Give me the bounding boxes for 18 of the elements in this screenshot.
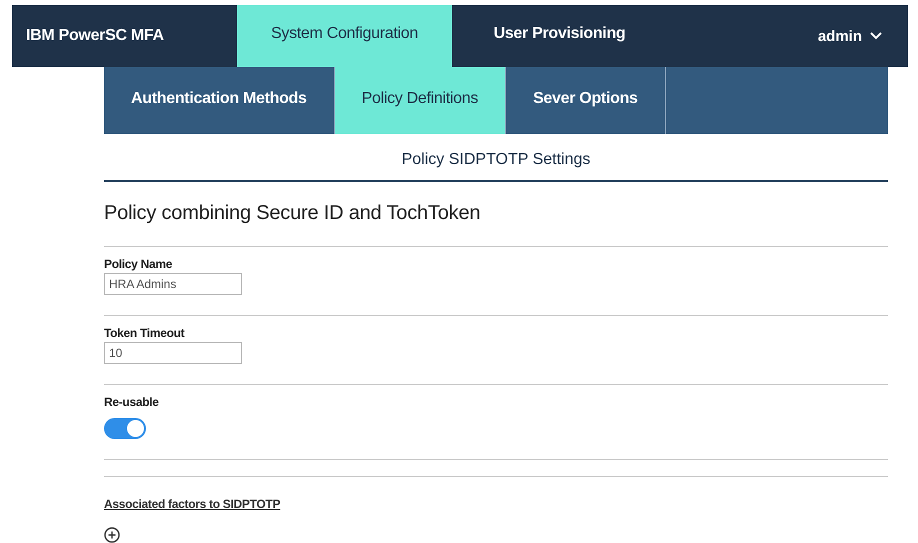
- input-field[interactable]: HRA Admins: [104, 273, 242, 295]
- field-label: Re-usable: [104, 395, 159, 409]
- section-title: Policy SIDPTOTP Settings: [402, 151, 590, 168]
- user-menu[interactable]: admin: [818, 5, 908, 67]
- toggle-switch[interactable]: [104, 418, 146, 439]
- sub-tab[interactable]: Policy Definitions: [334, 67, 506, 134]
- field-label: Token Timeout: [104, 326, 184, 340]
- nav-tab[interactable]: User Provisioning: [452, 5, 667, 67]
- associated-factors-link[interactable]: Associated factors to SIDPTOTP: [104, 497, 280, 511]
- sub-tab[interactable]: Sever Options: [506, 67, 666, 134]
- input-field[interactable]: 10: [104, 342, 242, 364]
- plus-circle-icon: [104, 527, 120, 543]
- brand-name: IBM PowerSC MFA: [25, 26, 165, 46]
- nav-tab[interactable]: System Configuration: [237, 5, 452, 67]
- policy-title: Policy combining Secure ID and TochToken: [104, 202, 888, 247]
- chevron-down-icon: [870, 32, 882, 40]
- field-label: Policy Name: [104, 257, 172, 271]
- add-button[interactable]: [104, 527, 120, 543]
